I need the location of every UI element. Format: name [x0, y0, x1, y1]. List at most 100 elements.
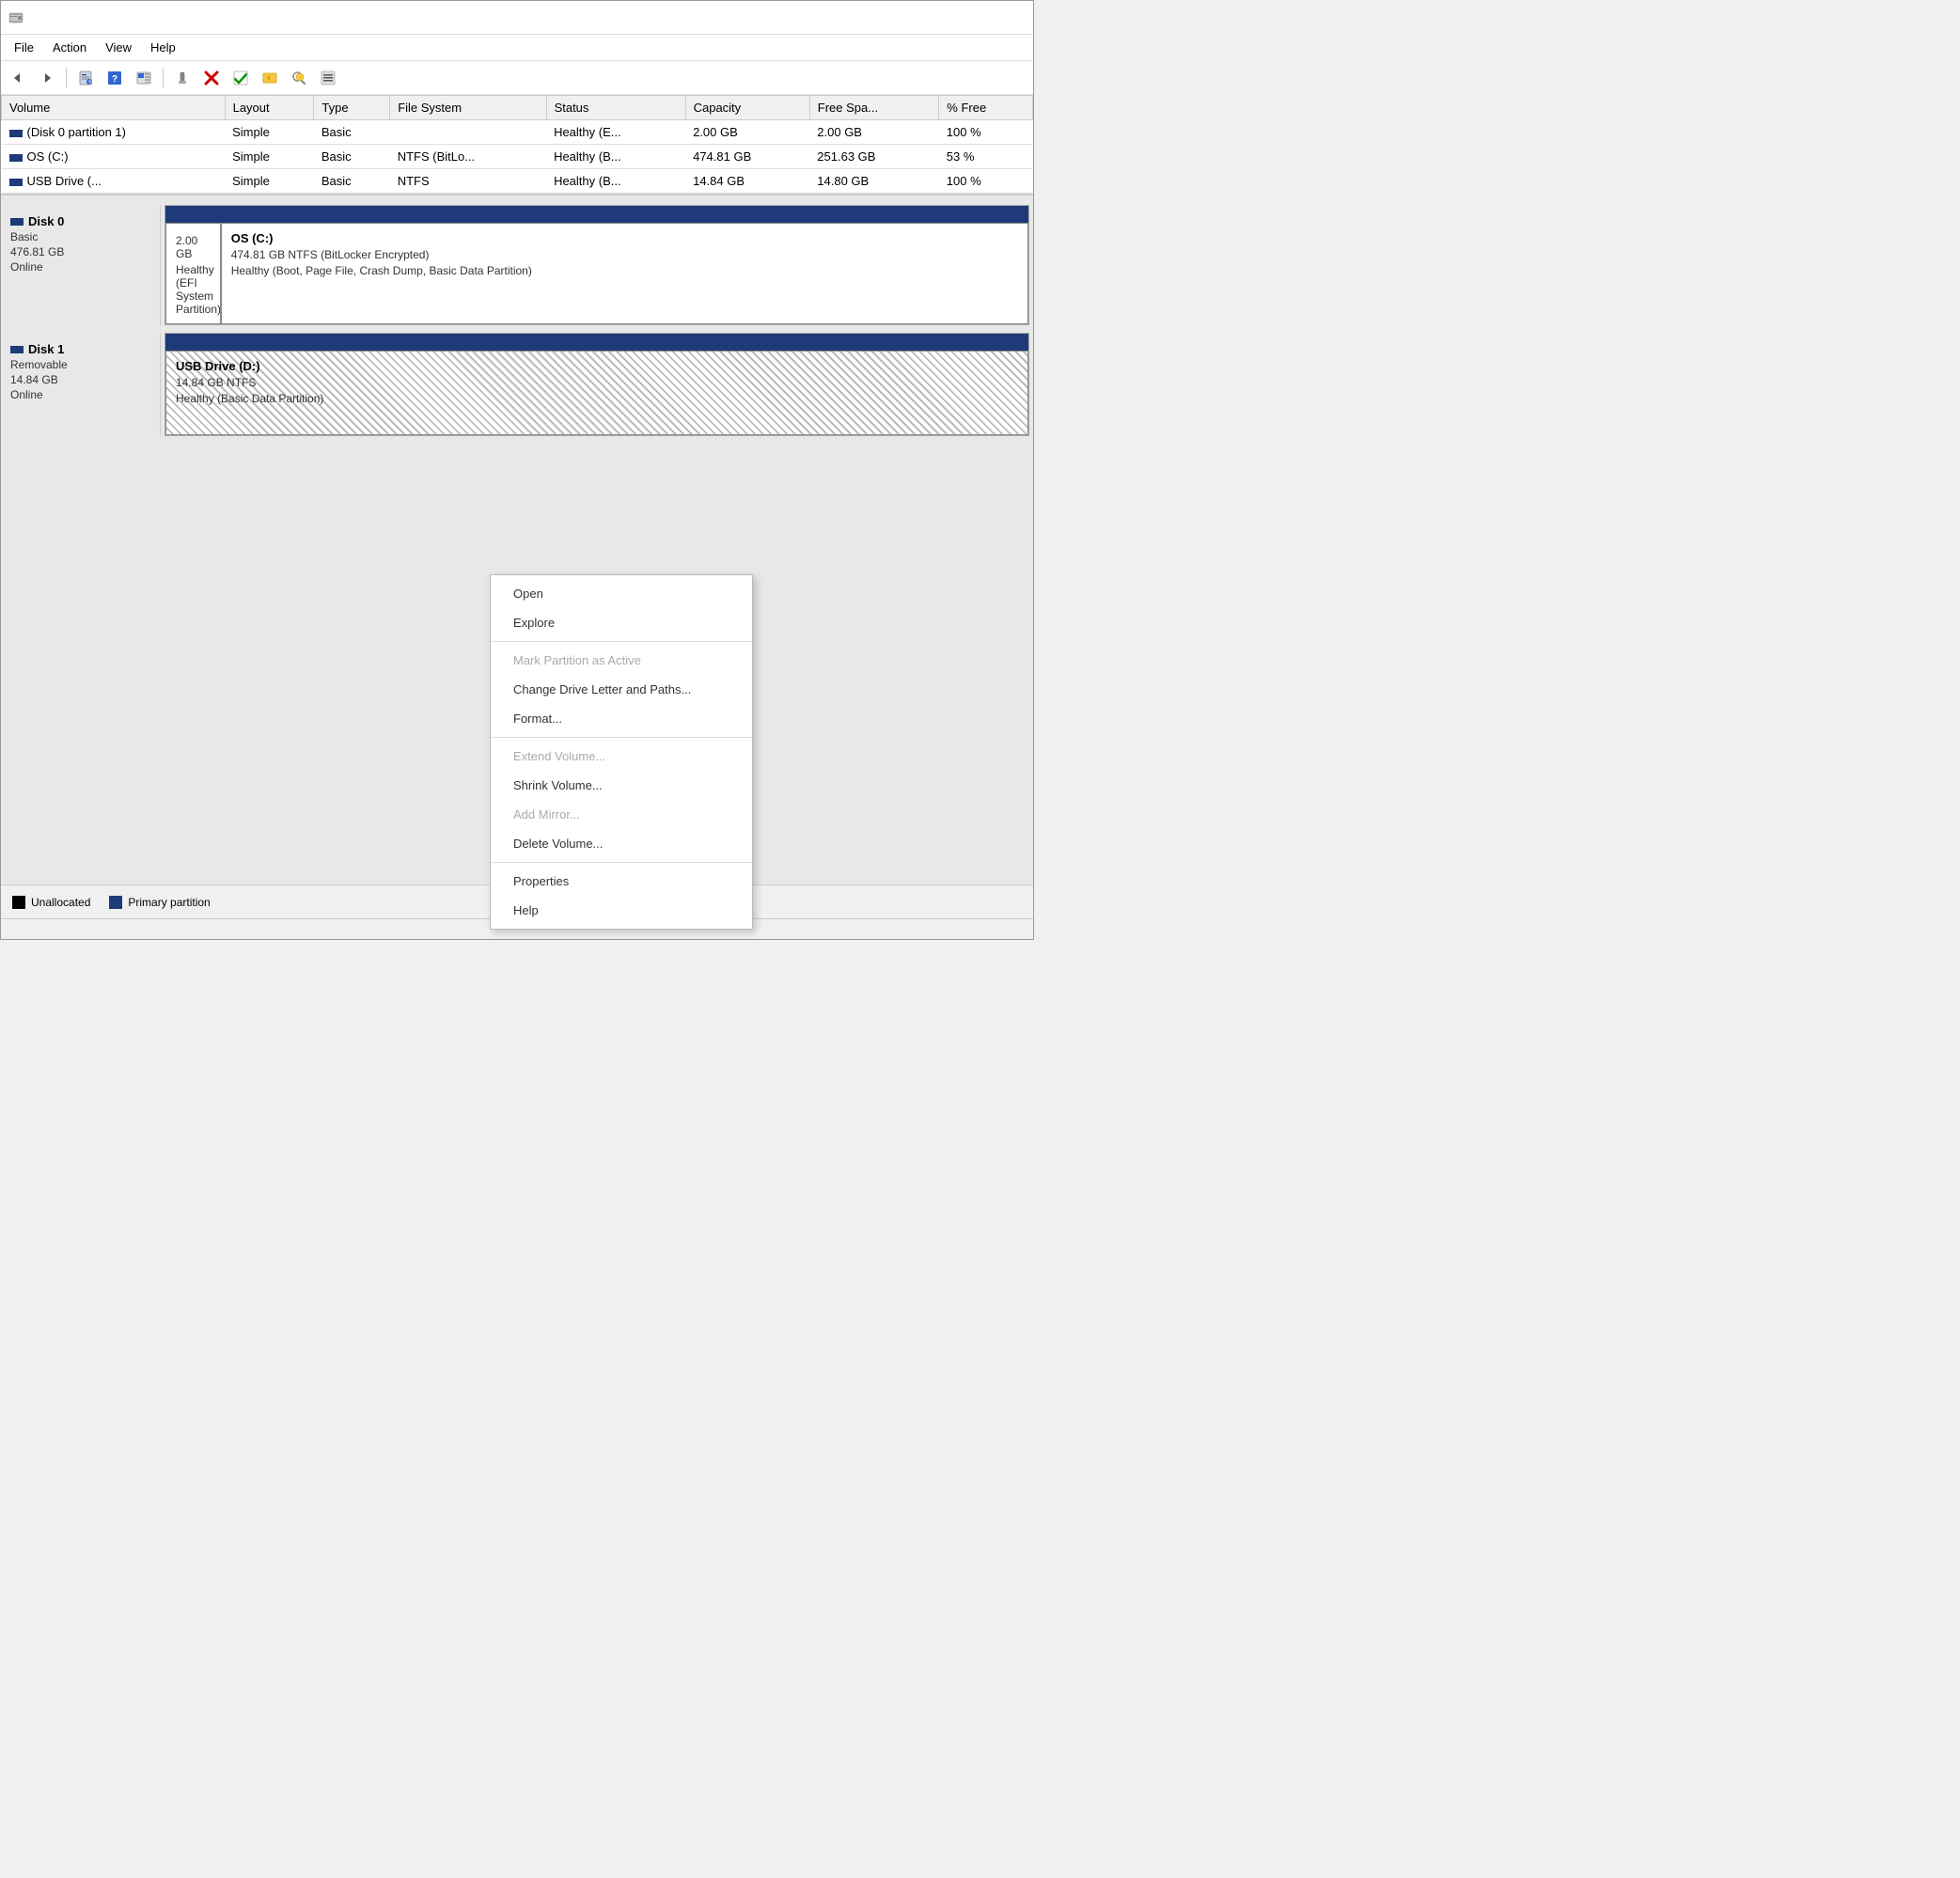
- context-menu-item[interactable]: Delete Volume...: [491, 829, 752, 858]
- partition-block[interactable]: 2.00 GB Healthy (EFI System Partition): [165, 223, 221, 324]
- context-menu-separator: [491, 737, 752, 738]
- partition-status: Healthy (Boot, Page File, Crash Dump, Ba…: [231, 264, 1018, 277]
- check-button[interactable]: [227, 66, 254, 90]
- partition-size: 14.84 GB NTFS: [176, 376, 1018, 389]
- context-menu: OpenExploreMark Partition as ActiveChang…: [490, 574, 753, 930]
- menu-action[interactable]: Action: [43, 38, 96, 57]
- view-button[interactable]: [131, 66, 157, 90]
- col-layout[interactable]: Layout: [225, 96, 314, 120]
- toolbar: ? ?: [1, 61, 1033, 95]
- legend-unallocated: Unallocated: [12, 896, 90, 909]
- close-button[interactable]: [999, 8, 1026, 28]
- partition-status: Healthy (Basic Data Partition): [176, 392, 1018, 405]
- cell-volume: USB Drive (...: [2, 169, 226, 194]
- partition-title: OS (C:): [231, 231, 1018, 245]
- disk-label-size: 476.81 GB: [10, 245, 150, 258]
- menu-bar: File Action View Help: [1, 35, 1033, 61]
- context-menu-item[interactable]: Shrink Volume...: [491, 771, 752, 800]
- back-button[interactable]: [5, 66, 31, 90]
- disk-label-type: Basic: [10, 230, 150, 243]
- cell-volume: (Disk 0 partition 1): [2, 120, 226, 145]
- cell-layout: Simple: [225, 145, 314, 169]
- disk-row: Disk 1 Removable 14.84 GB Online USB Dri…: [1, 333, 1033, 436]
- separator-2: [163, 68, 164, 88]
- context-menu-item: Extend Volume...: [491, 742, 752, 771]
- cell-pctfree: 53 %: [939, 145, 1033, 169]
- partition-size: 2.00 GB: [176, 234, 211, 260]
- delete-button[interactable]: [198, 66, 225, 90]
- connect-button[interactable]: [169, 66, 196, 90]
- table-row[interactable]: OS (C:) Simple Basic NTFS (BitLo... Heal…: [2, 145, 1033, 169]
- add-disk-button[interactable]: [257, 66, 283, 90]
- context-menu-item[interactable]: Format...: [491, 704, 752, 733]
- settings-button[interactable]: [315, 66, 341, 90]
- table-row[interactable]: (Disk 0 partition 1) Simple Basic Health…: [2, 120, 1033, 145]
- table-row[interactable]: USB Drive (... Simple Basic NTFS Healthy…: [2, 169, 1033, 194]
- cell-filesystem: [390, 120, 546, 145]
- cell-freespace: 2.00 GB: [809, 120, 939, 145]
- disk-partitions: 2.00 GB Healthy (EFI System Partition) O…: [165, 205, 1029, 325]
- disk-label-name: Disk 1: [10, 342, 150, 356]
- main-window: File Action View Help ? ?: [0, 0, 1034, 940]
- volume-table: Volume Layout Type File System Status Ca…: [1, 95, 1033, 194]
- volume-table-area: Volume Layout Type File System Status Ca…: [1, 95, 1033, 196]
- legend-primary-icon: [109, 896, 122, 909]
- legend-primary-label: Primary partition: [128, 896, 210, 909]
- context-menu-item[interactable]: Help: [491, 896, 752, 925]
- partition-content-row: USB Drive (D:) 14.84 GB NTFS Healthy (Ba…: [165, 351, 1028, 435]
- cell-status: Healthy (B...: [546, 169, 685, 194]
- content-area: Volume Layout Type File System Status Ca…: [1, 95, 1033, 939]
- disk-label: Disk 0 Basic 476.81 GB Online: [1, 205, 161, 325]
- forward-button[interactable]: [34, 66, 60, 90]
- partition-block[interactable]: USB Drive (D:) 14.84 GB NTFS Healthy (Ba…: [165, 351, 1028, 435]
- separator-1: [66, 68, 67, 88]
- title-bar-left: [8, 10, 29, 25]
- disk-label-type: Removable: [10, 358, 150, 371]
- cell-filesystem: NTFS: [390, 169, 546, 194]
- col-type[interactable]: Type: [314, 96, 390, 120]
- cell-capacity: 474.81 GB: [685, 145, 809, 169]
- svg-text:?: ?: [88, 80, 91, 86]
- cell-type: Basic: [314, 120, 390, 145]
- menu-file[interactable]: File: [5, 38, 43, 57]
- context-menu-item[interactable]: Explore: [491, 608, 752, 637]
- cell-type: Basic: [314, 145, 390, 169]
- legend-unallocated-icon: [12, 896, 25, 909]
- col-filesystem[interactable]: File System: [390, 96, 546, 120]
- help-button[interactable]: ?: [102, 66, 128, 90]
- partition-bar-segment: [165, 334, 1028, 351]
- cell-capacity: 2.00 GB: [685, 120, 809, 145]
- col-freespace[interactable]: Free Spa...: [809, 96, 939, 120]
- partition-bar-segment: [202, 206, 1028, 223]
- partition-size: 474.81 GB NTFS (BitLocker Encrypted): [231, 248, 1018, 261]
- col-pctfree[interactable]: % Free: [939, 96, 1033, 120]
- col-status[interactable]: Status: [546, 96, 685, 120]
- title-bar: [1, 1, 1033, 35]
- partition-block[interactable]: OS (C:) 474.81 GB NTFS (BitLocker Encryp…: [221, 223, 1028, 324]
- menu-help[interactable]: Help: [141, 38, 185, 57]
- context-menu-item: Add Mirror...: [491, 800, 752, 829]
- cell-volume: OS (C:): [2, 145, 226, 169]
- svg-text:?: ?: [112, 74, 118, 85]
- search-button[interactable]: [286, 66, 312, 90]
- context-menu-item[interactable]: Change Drive Letter and Paths...: [491, 675, 752, 704]
- col-volume[interactable]: Volume: [2, 96, 226, 120]
- cell-layout: Simple: [225, 169, 314, 194]
- disk-label-name: Disk 0: [10, 214, 150, 228]
- context-menu-item[interactable]: Properties: [491, 867, 752, 896]
- disk-label-status: Online: [10, 260, 150, 274]
- legend-unallocated-label: Unallocated: [31, 896, 90, 909]
- cell-pctfree: 100 %: [939, 169, 1033, 194]
- minimize-button[interactable]: [939, 8, 965, 28]
- disk-row: Disk 0 Basic 476.81 GB Online 2.00 GB He…: [1, 205, 1033, 325]
- context-menu-item[interactable]: Open: [491, 579, 752, 608]
- properties-button[interactable]: ?: [72, 66, 99, 90]
- col-capacity[interactable]: Capacity: [685, 96, 809, 120]
- partition-bar-segment: [165, 206, 202, 223]
- restore-button[interactable]: [969, 8, 996, 28]
- menu-view[interactable]: View: [96, 38, 141, 57]
- cell-freespace: 14.80 GB: [809, 169, 939, 194]
- cell-capacity: 14.84 GB: [685, 169, 809, 194]
- cell-pctfree: 100 %: [939, 120, 1033, 145]
- cell-type: Basic: [314, 169, 390, 194]
